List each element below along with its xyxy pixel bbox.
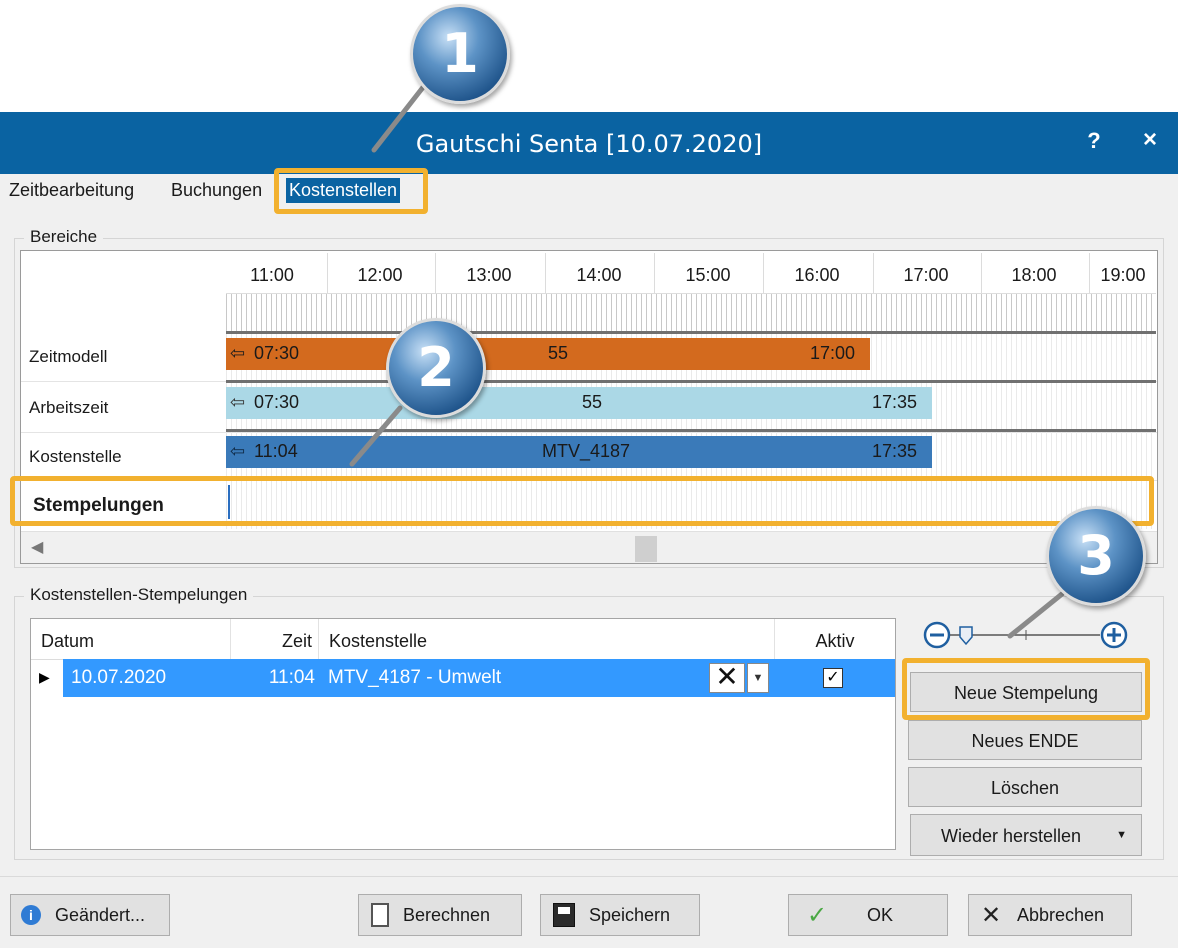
callout-badge-3: 3 bbox=[1046, 506, 1146, 606]
callout-pins bbox=[349, 83, 1065, 639]
callout-badge-1: 1 bbox=[410, 4, 510, 104]
callout-badge-2: 2 bbox=[386, 318, 486, 418]
